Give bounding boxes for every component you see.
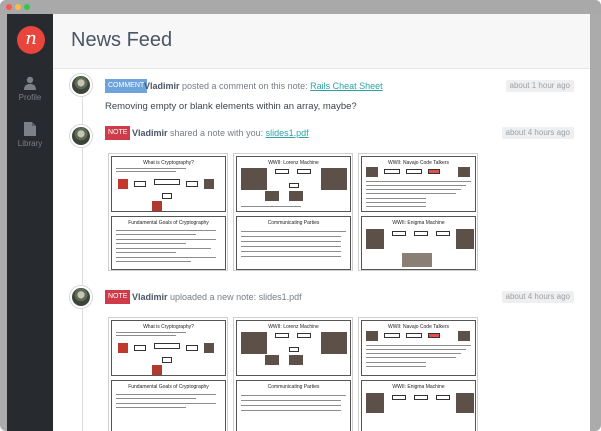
logo-letter: n xyxy=(25,27,37,49)
timestamp: about 1 hour ago xyxy=(505,80,574,92)
avatar[interactable] xyxy=(70,286,92,308)
comment-text: Removing empty or blank elements within … xyxy=(105,101,357,112)
slide-title: WWII: Enigma Machine xyxy=(392,220,445,226)
page-title: News Feed xyxy=(71,29,173,51)
note-badge: NOTE xyxy=(105,290,131,304)
activity-line: Vladimir posted a comment on this note: … xyxy=(144,81,383,91)
page-header: News Feed xyxy=(53,14,590,69)
sidebar: n Profile Library xyxy=(7,14,53,431)
person-icon xyxy=(24,76,36,90)
app-window: n Profile Library News Feed COMMENT Vlad… xyxy=(0,0,601,431)
slide-thumbnail[interactable]: WWII: Navajo Code Talkers WWII: Enigma M… xyxy=(358,317,478,431)
slide-page: WWII: Lorenz Machine xyxy=(236,156,351,212)
activity-text: uploaded a new note: slides1.pdf xyxy=(167,292,302,302)
user-name[interactable]: Vladimir xyxy=(132,292,168,302)
slide-page: Fundamental Goals of Cryptography xyxy=(111,380,226,431)
slide-thumbnail[interactable]: WWII: Navajo Code Talkers WWII: Enigma M… xyxy=(358,153,478,271)
slide-title: WWII: Lorenz Machine xyxy=(268,160,319,166)
slide-page: WWII: Enigma Machine xyxy=(361,216,476,270)
main-content: News Feed COMMENT Vladimir posted a comm… xyxy=(53,14,590,431)
feed-item-shared-note: NOTE Vladimir shared a note with you: sl… xyxy=(53,122,590,282)
close-window-button[interactable] xyxy=(6,4,12,10)
slide-title: What is Cryptography? xyxy=(143,160,194,166)
slide-title: What is Cryptography? xyxy=(143,324,194,330)
user-name[interactable]: Vladimir xyxy=(144,81,180,91)
avatar[interactable] xyxy=(70,74,92,96)
activity-line: Vladimir shared a note with you: slides1… xyxy=(132,128,309,138)
slide-title: WWII: Navajo Code Talkers xyxy=(387,324,450,330)
activity-line: Vladimir uploaded a new note: slides1.pd… xyxy=(132,292,302,302)
slide-thumbnail[interactable]: What is Cryptography? Fundamental Goals … xyxy=(108,317,228,431)
sidebar-item-label: Profile xyxy=(18,93,42,102)
slide-page: WWII: Enigma Machine xyxy=(361,380,476,431)
document-icon xyxy=(24,122,36,136)
slide-page: What is Cryptography? xyxy=(111,320,226,376)
feed-item-uploaded-note: NOTE Vladimir uploaded a new note: slide… xyxy=(53,284,590,431)
note-link[interactable]: Rails Cheat Sheet xyxy=(310,81,383,91)
activity-text: shared a note with you: xyxy=(167,128,266,138)
slide-page: WWII: Lorenz Machine xyxy=(236,320,351,376)
slide-title: Communicating Parties xyxy=(267,220,320,226)
slide-page: WWII: Navajo Code Talkers xyxy=(361,320,476,376)
slide-page: What is Cryptography? xyxy=(111,156,226,212)
slide-thumbnail[interactable]: WWII: Lorenz Machine Communicating Parti… xyxy=(233,153,353,271)
timestamp: about 4 hours ago xyxy=(501,291,574,303)
comment-badge: COMMENT xyxy=(105,79,148,93)
sidebar-item-label: Library xyxy=(17,139,43,148)
slide-title: Fundamental Goals of Cryptography xyxy=(128,384,209,390)
slide-page: Fundamental Goals of Cryptography xyxy=(111,216,226,270)
note-badge: NOTE xyxy=(105,126,131,140)
slide-thumbnail[interactable]: WWII: Lorenz Machine Communicating Parti… xyxy=(233,317,353,431)
slide-title: WWII: Lorenz Machine xyxy=(268,324,319,330)
maximize-window-button[interactable] xyxy=(24,4,30,10)
sidebar-item-profile[interactable]: Profile xyxy=(7,76,53,102)
user-name[interactable]: Vladimir xyxy=(132,128,168,138)
minimize-window-button[interactable] xyxy=(15,4,21,10)
slide-title: Communicating Parties xyxy=(267,384,320,390)
slide-title: Fundamental Goals of Cryptography xyxy=(128,220,209,226)
slide-title: WWII: Enigma Machine xyxy=(392,384,445,390)
activity-text: posted a comment on this note: xyxy=(179,81,311,91)
slide-thumbnail[interactable]: What is Cryptography? Fundamental Goals … xyxy=(108,153,228,271)
title-bar xyxy=(0,0,601,14)
feed-item-comment: COMMENT Vladimir posted a comment on thi… xyxy=(53,72,590,122)
slide-page: Communicating Parties xyxy=(236,380,351,431)
slide-page: WWII: Navajo Code Talkers xyxy=(361,156,476,212)
note-link[interactable]: slides1.pdf xyxy=(266,128,309,138)
slide-page: Communicating Parties xyxy=(236,216,351,270)
slide-title: WWII: Navajo Code Talkers xyxy=(387,160,450,166)
app-logo[interactable]: n xyxy=(17,26,45,54)
timestamp: about 4 hours ago xyxy=(501,127,574,139)
avatar[interactable] xyxy=(70,125,92,147)
sidebar-item-library[interactable]: Library xyxy=(7,122,53,148)
